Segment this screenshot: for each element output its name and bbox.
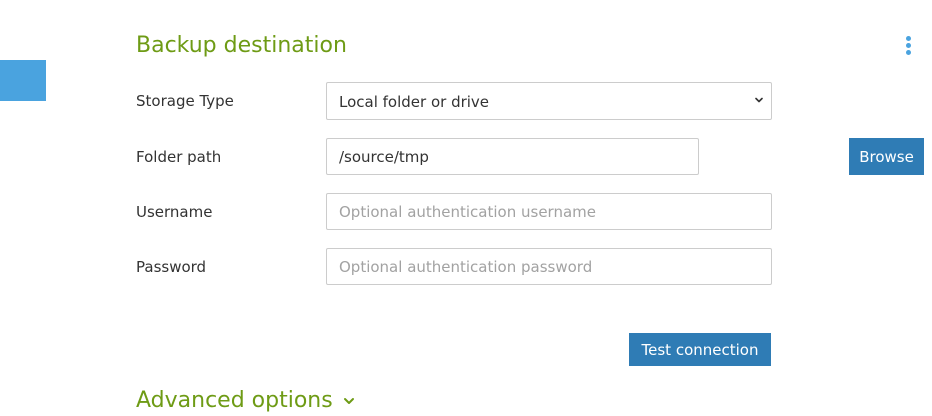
advanced-options-label: Advanced options (136, 388, 333, 413)
storage-type-select[interactable]: Local folder or drive (326, 82, 772, 120)
advanced-options-toggle[interactable]: Advanced options (136, 386, 355, 416)
username-label: Username (136, 203, 213, 221)
folder-path-label: Folder path (136, 148, 222, 166)
storage-type-value: Local folder or drive (339, 93, 490, 111)
browse-button[interactable]: Browse (849, 138, 924, 175)
kebab-dot (906, 50, 911, 55)
kebab-dot (906, 43, 911, 48)
section-title: Backup destination (136, 33, 347, 58)
username-input[interactable] (326, 193, 772, 230)
kebab-dot (906, 36, 911, 41)
kebab-menu-icon[interactable] (904, 36, 912, 56)
password-label: Password (136, 258, 207, 276)
password-input[interactable] (326, 248, 772, 285)
storage-type-label: Storage Type (136, 92, 234, 110)
chevron-down-icon (343, 398, 354, 404)
folder-path-input[interactable] (326, 138, 699, 175)
chevron-down-icon (755, 97, 763, 103)
test-connection-button[interactable]: Test connection (629, 333, 771, 366)
side-tab[interactable] (0, 60, 46, 101)
